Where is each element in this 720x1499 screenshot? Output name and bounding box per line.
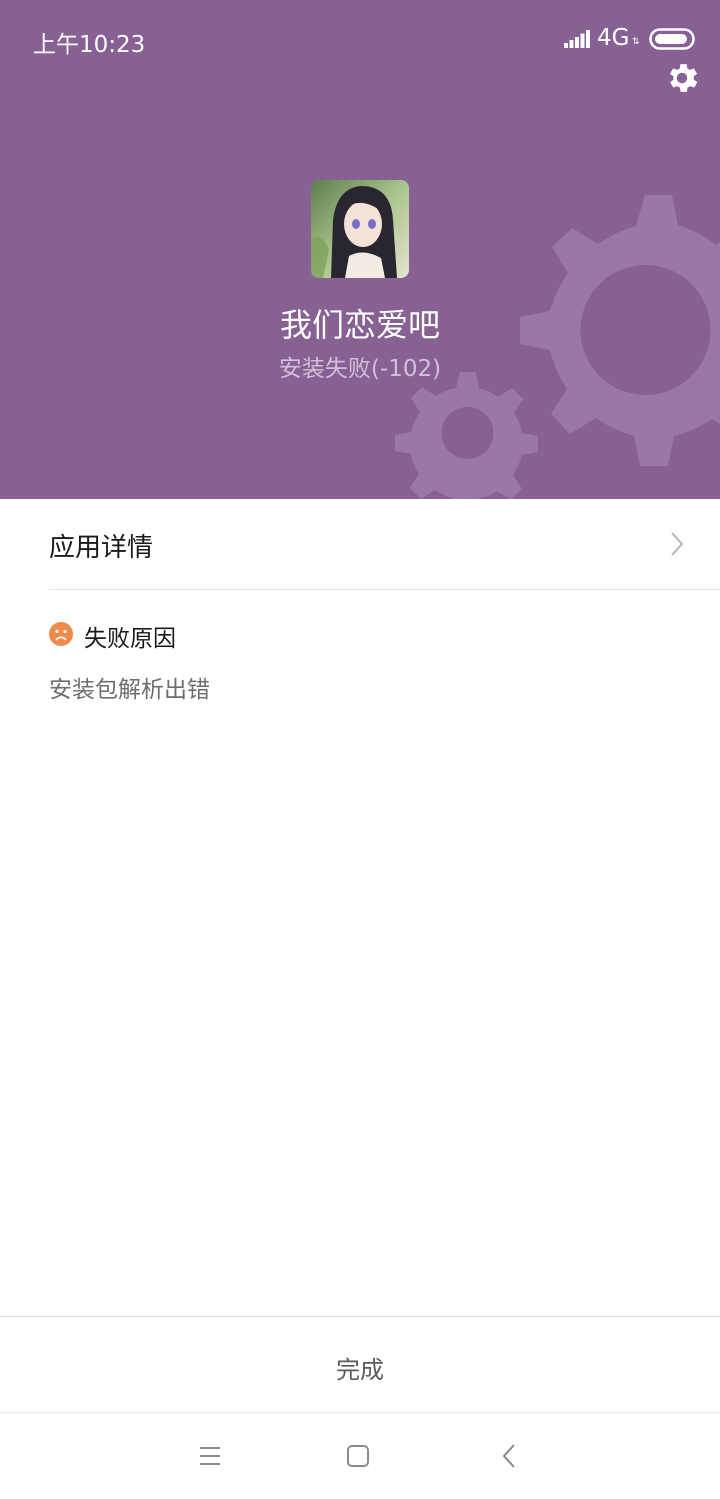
signal-icon	[564, 30, 590, 48]
done-button[interactable]: 完成	[0, 1316, 720, 1413]
status-time: 上午10:23	[33, 32, 146, 58]
app-details-row[interactable]: 应用详情	[0, 499, 720, 590]
back-icon[interactable]	[500, 1443, 518, 1469]
install-status: 安装失败(-102)	[278, 356, 442, 382]
app-icon	[311, 180, 409, 278]
home-icon[interactable]	[346, 1444, 370, 1468]
gear-icon	[669, 64, 698, 92]
settings-button[interactable]	[663, 59, 701, 97]
header: 上午10:23 4G ⇅ 我们恋爱吧 安装失败(-102)	[0, 0, 720, 499]
network-type: 4G	[597, 25, 630, 51]
battery-icon	[649, 28, 695, 50]
app-name: 我们恋爱吧	[279, 306, 440, 344]
menu-icon[interactable]	[198, 1445, 222, 1467]
chevron-right-icon	[671, 532, 684, 556]
navigation-bar	[0, 1413, 720, 1499]
failure-reason: 安装包解析出错	[49, 677, 210, 703]
network-activity-icon: ⇅	[632, 37, 640, 47]
status-bar: 上午10:23 4G ⇅	[0, 0, 720, 80]
done-label: 完成	[336, 1356, 384, 1384]
sad-face-icon	[49, 622, 73, 646]
app-details-label: 应用详情	[49, 533, 154, 563]
divider	[49, 589, 720, 590]
failure-title: 失败原因	[84, 626, 176, 652]
